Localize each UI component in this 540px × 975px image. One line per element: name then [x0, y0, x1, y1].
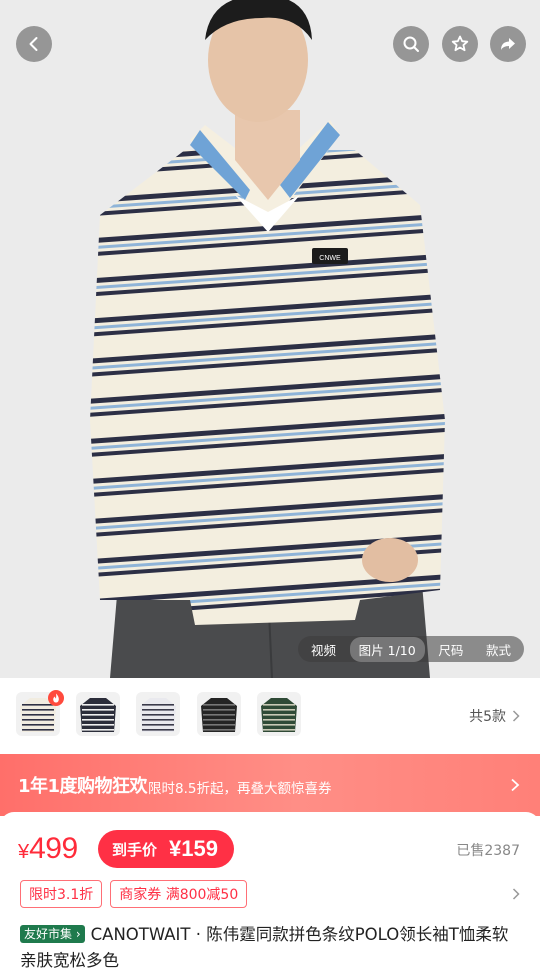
thumbnail-stripe: [263, 729, 295, 731]
thumbnail-stripe: [203, 724, 235, 726]
thumbnail-stripe: [263, 719, 295, 721]
product-title-text: CANOTWAIT · 陈伟霆同款拼色条纹POLO领长袖T恤柔软亲肤宽松多色: [20, 925, 509, 970]
original-price: 499: [29, 832, 78, 865]
favorite-button[interactable]: [442, 26, 478, 62]
tab-size[interactable]: 尺码: [429, 637, 472, 662]
promo-title: 1年1度购物狂欢: [18, 776, 148, 797]
thumbnail-stripe: [263, 714, 295, 716]
search-button[interactable]: [393, 26, 429, 62]
currency-symbol: ¥: [18, 841, 30, 863]
thumbnail-stripe: [142, 704, 174, 706]
thumbnail-stripe: [82, 729, 114, 731]
chevron-left-icon: [29, 37, 38, 51]
product-photo: CNWE: [0, 0, 540, 678]
thumbnail-stripe: [22, 704, 54, 706]
chevron-right-icon: [512, 710, 520, 722]
thumbnail-style-4[interactable]: [197, 692, 241, 736]
style-thumbnails: [0, 678, 540, 754]
final-price-label: 到手价: [112, 840, 158, 859]
promo-description: 限时8.5折起，再叠大额惊喜券: [148, 781, 332, 797]
thumbnail-stripe: [82, 719, 114, 721]
thumbnail-stripe: [203, 729, 235, 731]
market-tag-label: 友好市集: [24, 927, 73, 941]
thumbnail-stripe: [82, 709, 114, 711]
thumbnail-stripe: [203, 704, 235, 706]
tab-styles[interactable]: 款式: [477, 637, 520, 662]
hot-flame-badge: [48, 690, 64, 706]
market-tag[interactable]: 友好市集 ›: [20, 925, 85, 943]
product-image-carousel[interactable]: CNWE 视频 图片 1/10 尺码 款式: [0, 0, 540, 678]
search-icon: [403, 36, 419, 52]
thumbnail-stripe: [142, 714, 174, 716]
coupon-limited-discount[interactable]: 限时3.1折: [20, 880, 103, 908]
thumbnail-stripe: [22, 719, 54, 721]
tab-video[interactable]: 视频: [302, 637, 345, 662]
thumbnail-stripe: [22, 714, 54, 716]
thumbnail-stripe: [82, 724, 114, 726]
thumbnail-stripe: [263, 724, 295, 726]
share-icon: [501, 38, 515, 50]
thumbnail-stripe: [82, 704, 114, 706]
final-price-value: ¥159: [169, 836, 218, 861]
chevron-right-icon[interactable]: [512, 888, 520, 900]
thumbnail-stripe: [22, 729, 54, 731]
back-button[interactable]: [16, 26, 52, 62]
sold-count: 已售2387: [456, 843, 520, 859]
coupon-merchant[interactable]: 商家券 满800减50: [110, 880, 248, 908]
star-icon: [451, 35, 469, 52]
thumbnail-stripe: [142, 709, 174, 711]
thumbnail-stripe: [142, 729, 174, 731]
thumbnail-style-5[interactable]: [257, 692, 301, 736]
thumbnail-stripe: [263, 709, 295, 711]
product-title: 友好市集 › CANOTWAIT · 陈伟霆同款拼色条纹POLO领长袖T恤柔软亲肤…: [20, 922, 520, 974]
thumbnail-stripe: [203, 709, 235, 711]
thumbnail-stripe: [203, 714, 235, 716]
final-price-pill: 到手价 ¥159: [98, 830, 234, 868]
chevron-right-icon: [511, 778, 520, 792]
promo-banner[interactable]: 1年1度购物狂欢 限时8.5折起，再叠大额惊喜券: [0, 754, 540, 816]
thumbnail-stripe: [142, 724, 174, 726]
price: ¥ 499: [18, 832, 78, 866]
flame-icon: [53, 693, 59, 703]
svg-text:CNWE: CNWE: [319, 255, 341, 262]
styles-count-label: 共5款: [469, 709, 506, 725]
thumbnail-stripe: [82, 714, 114, 716]
tab-images[interactable]: 图片 1/10: [349, 636, 425, 662]
price-card: ¥ 499 到手价 ¥159 已售2387 限时3.1折 商家券 满800减50…: [0, 812, 540, 975]
thumbnail-stripe: [22, 709, 54, 711]
all-styles-link[interactable]: 共5款: [469, 706, 520, 726]
thumbnail-style-3[interactable]: [136, 692, 180, 736]
share-button[interactable]: [490, 26, 526, 62]
thumbnail-stripe: [263, 704, 295, 706]
coupon-row[interactable]: 限时3.1折 商家券 满800减50: [20, 880, 248, 908]
thumbnail-style-2[interactable]: [76, 692, 120, 736]
thumbnail-stripe: [203, 719, 235, 721]
media-tabs: 视频 图片 1/10 尺码 款式: [298, 636, 524, 662]
thumbnail-stripe: [22, 724, 54, 726]
thumbnail-stripe: [142, 719, 174, 721]
